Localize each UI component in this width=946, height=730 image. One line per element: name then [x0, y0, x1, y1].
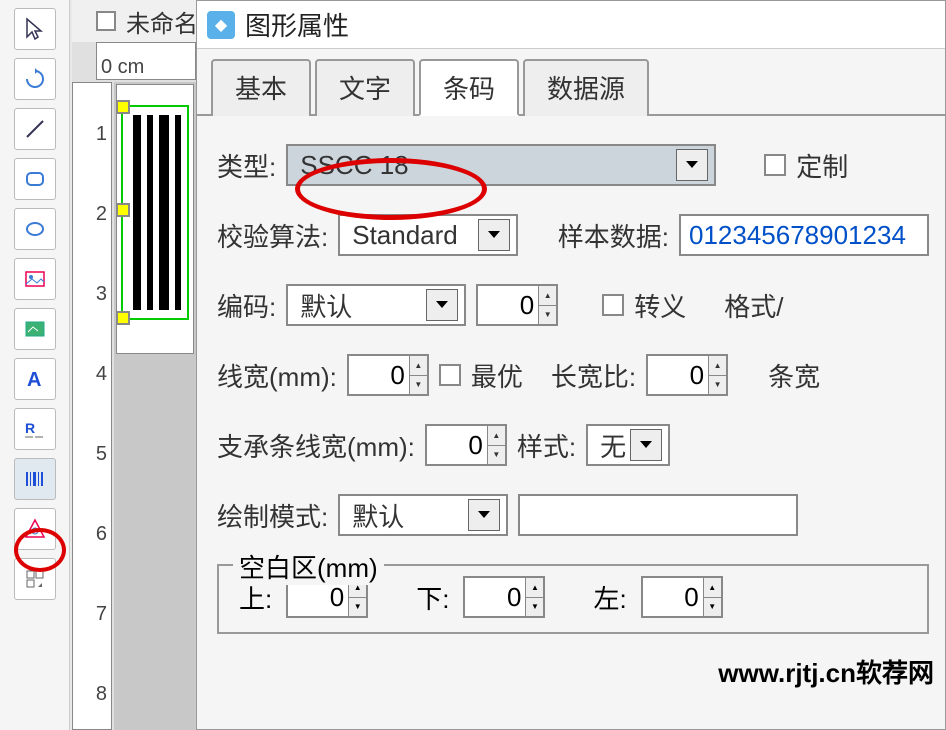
support-spinner[interactable]: ▲▼ [425, 424, 507, 466]
style-label: 样式: [517, 427, 576, 464]
tool-rotate[interactable] [14, 58, 56, 100]
tool-text[interactable]: A [14, 358, 56, 400]
sample-label: 样本数据: [558, 217, 669, 254]
tool-pointer[interactable] [14, 8, 56, 50]
optimal-label: 最优 [471, 357, 523, 394]
checksum-label: 校验算法: [217, 217, 328, 254]
encoding-value: 默认 [300, 287, 352, 324]
ruler-horizontal: 0 cm [96, 42, 196, 80]
spin-up-icon[interactable]: ▲ [410, 356, 427, 376]
tool-line[interactable] [14, 108, 56, 150]
blank-fieldset: 空白区(mm) 上: ▲▼ 下: ▲▼ 左: ▲▼ [217, 564, 929, 634]
encoding-spinner[interactable]: ▲▼ [476, 284, 558, 326]
support-input[interactable] [427, 430, 487, 461]
spin-up-icon[interactable]: ▲ [526, 578, 543, 598]
sample-input[interactable] [679, 214, 929, 256]
drawmode-value: 默认 [352, 497, 404, 534]
dialog-titlebar: ◆ 图形属性 [197, 1, 945, 49]
type-select[interactable]: SSCC 18 [286, 144, 716, 186]
spin-up-icon[interactable]: ▲ [709, 356, 726, 376]
type-value: SSCC 18 [300, 150, 408, 181]
style-dropdown-icon[interactable] [630, 429, 662, 461]
tool-rounded-rect[interactable] [14, 158, 56, 200]
checksum-select[interactable]: Standard [338, 214, 518, 256]
left-toolbar: A R [0, 0, 70, 730]
support-label: 支承条线宽(mm): [217, 427, 415, 464]
spin-down-icon[interactable]: ▼ [539, 306, 556, 325]
spin-down-icon[interactable]: ▼ [410, 376, 427, 395]
style-value: 无 [600, 427, 626, 464]
type-label: 类型: [217, 147, 276, 184]
linewidth-input[interactable] [349, 360, 409, 391]
watermark: www.rjtj.cn软荐网 [718, 653, 934, 690]
spin-down-icon[interactable]: ▼ [526, 598, 543, 617]
tool-image[interactable] [14, 258, 56, 300]
svg-text:A: A [27, 369, 41, 391]
blank-left-label: 左: [593, 579, 626, 616]
spin-down-icon[interactable]: ▼ [709, 376, 726, 395]
tool-barcode[interactable] [14, 458, 56, 500]
type-dropdown-icon[interactable] [676, 149, 708, 181]
barwidth-label: 条宽 [768, 357, 820, 394]
linewidth-label: 线宽(mm): [217, 357, 337, 394]
blank-top-input[interactable] [288, 582, 348, 613]
ruler-area: 0 cm 1 2 3 4 5 6 7 8 [72, 42, 196, 730]
document-icon [96, 11, 116, 31]
tool-ellipse[interactable] [14, 208, 56, 250]
style-select[interactable]: 无 [586, 424, 670, 466]
blank-left-input[interactable] [643, 582, 703, 613]
ratio-label: 长宽比: [551, 357, 636, 394]
ratio-input[interactable] [648, 360, 708, 391]
design-canvas[interactable] [114, 82, 196, 730]
blank-legend: 空白区(mm) [233, 548, 384, 585]
spin-down-icon[interactable]: ▼ [488, 446, 505, 465]
escape-checkbox[interactable] [602, 294, 624, 316]
blank-bottom-label: 下: [416, 579, 449, 616]
spin-down-icon[interactable]: ▼ [704, 598, 721, 617]
encoding-dropdown-icon[interactable] [426, 289, 458, 321]
tool-image-edit[interactable] [14, 308, 56, 350]
dialog-title: 图形属性 [245, 6, 349, 43]
tab-barcode[interactable]: 条码 [419, 59, 519, 116]
properties-dialog: ◆ 图形属性 基本 文字 条码 数据源 类型: SSCC 18 定制 校验算法:… [196, 0, 946, 730]
drawmode-select[interactable]: 默认 [338, 494, 508, 536]
tab-content-barcode: 类型: SSCC 18 定制 校验算法: Standard 样本数据: 编码: … [197, 114, 945, 650]
optimal-checkbox[interactable] [439, 364, 461, 386]
tab-datasource[interactable]: 数据源 [523, 59, 649, 116]
drawmode-label: 绘制模式: [217, 497, 328, 534]
custom-checkbox[interactable] [764, 154, 786, 176]
drawmode-dropdown-icon[interactable] [468, 499, 500, 531]
linewidth-spinner[interactable]: ▲▼ [347, 354, 429, 396]
tab-text[interactable]: 文字 [315, 59, 415, 116]
drawmode-extra-input[interactable] [518, 494, 798, 536]
blank-bottom-spinner[interactable]: ▲▼ [463, 576, 545, 618]
dialog-tabs: 基本 文字 条码 数据源 [197, 49, 945, 116]
page-area [116, 84, 194, 354]
checksum-value: Standard [352, 220, 458, 251]
custom-label: 定制 [796, 147, 848, 184]
tab-basic[interactable]: 基本 [211, 59, 311, 116]
spin-up-icon[interactable]: ▲ [539, 286, 556, 306]
tool-grid[interactable] [14, 558, 56, 600]
spin-down-icon[interactable]: ▼ [349, 598, 366, 617]
spin-up-icon[interactable]: ▲ [704, 578, 721, 598]
blank-left-spinner[interactable]: ▲▼ [641, 576, 723, 618]
ratio-spinner[interactable]: ▲▼ [646, 354, 728, 396]
encoding-label: 编码: [217, 287, 276, 324]
escape-label: 转义 [634, 287, 686, 324]
format-label: 格式/ [724, 287, 783, 324]
encoding-spinner-input[interactable] [478, 290, 538, 321]
spin-up-icon[interactable]: ▲ [488, 426, 505, 446]
tool-shape[interactable] [14, 508, 56, 550]
barcode-object[interactable] [121, 105, 189, 320]
encoding-select[interactable]: 默认 [286, 284, 466, 326]
checksum-dropdown-icon[interactable] [478, 219, 510, 251]
ruler-vertical: 1 2 3 4 5 6 7 8 [72, 82, 112, 730]
dialog-icon: ◆ [207, 11, 235, 39]
blank-bottom-input[interactable] [465, 582, 525, 613]
svg-text:R: R [25, 420, 35, 436]
tool-richtext[interactable]: R [14, 408, 56, 450]
